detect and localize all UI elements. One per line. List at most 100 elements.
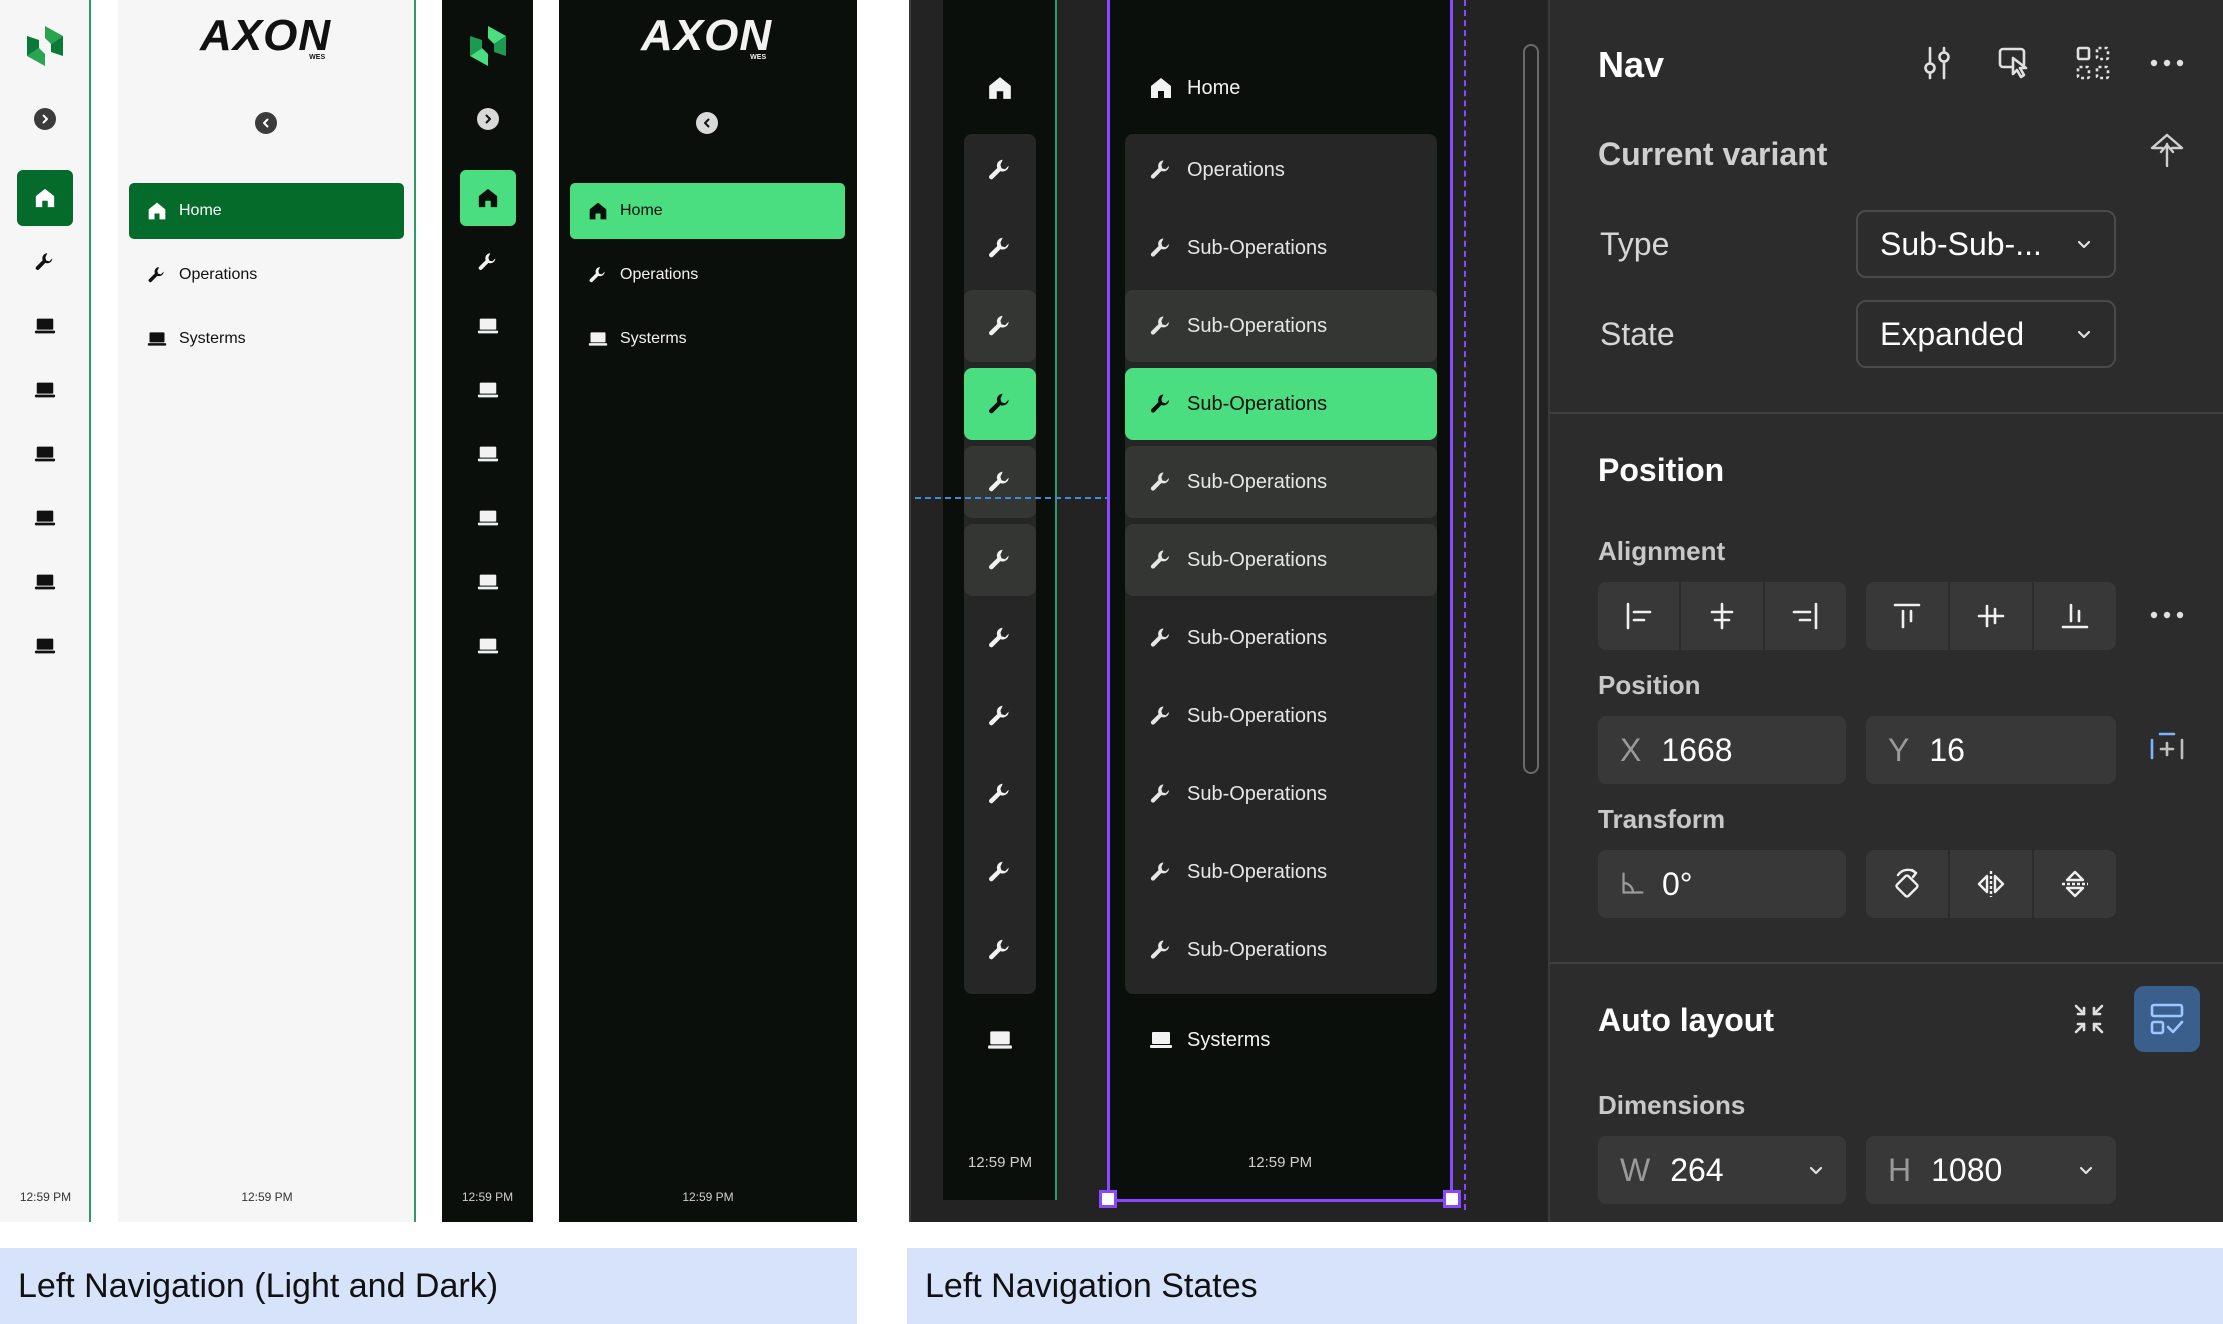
nav-systems-button[interactable]: [460, 554, 516, 610]
auto-layout-toggle-button[interactable]: [2134, 986, 2200, 1052]
nav-item-operations[interactable]: Operations: [129, 247, 404, 303]
state-select[interactable]: Expanded: [1856, 300, 2116, 368]
hand-pointer-icon: [1998, 47, 2028, 79]
nav-sub-operations-button[interactable]: [964, 212, 1036, 284]
wrench-icon: [1149, 626, 1173, 650]
collapse-toggle-button[interactable]: [696, 112, 718, 134]
nav-sub-operations-button[interactable]: [964, 290, 1036, 362]
wrench-icon: [147, 265, 167, 285]
wrench-icon: [1149, 470, 1173, 494]
nav-sub-operations-button[interactable]: [964, 758, 1036, 830]
nav-item-sub-operations[interactable]: Sub-Operations: [1125, 680, 1437, 752]
align-top-button[interactable]: [1866, 582, 1948, 650]
sliders-button[interactable]: [1918, 44, 1956, 87]
nav-item-label: Sub-Operations: [1187, 782, 1328, 805]
nav-item-home[interactable]: Home: [1125, 52, 1437, 124]
component-grid-button[interactable]: [2074, 44, 2112, 87]
nav-sub-operations-button[interactable]: [964, 602, 1036, 674]
nav-home-button[interactable]: [16, 170, 73, 226]
nav-item-sub-operations-active[interactable]: Sub-Operations: [1125, 368, 1437, 440]
align-center-horizontal-button[interactable]: [1681, 582, 1763, 650]
nav-systems-button[interactable]: [964, 1004, 1036, 1076]
collapse-toggle-button[interactable]: [33, 108, 56, 130]
nav-item-sub-operations[interactable]: Sub-Operations: [1125, 758, 1437, 830]
measure-guide: [915, 497, 1111, 499]
nav-operations-button[interactable]: [460, 234, 516, 290]
flip-horizontal-button[interactable]: [1950, 850, 2032, 918]
states-canvas: 12:59 PM Home Operations Sub-Operations …: [909, 0, 1548, 1222]
wrench-icon: [1149, 860, 1173, 884]
rotate-button[interactable]: [1866, 850, 1948, 918]
interaction-button[interactable]: [1996, 44, 2034, 87]
light-expanded-nav: AXON WES Home Operations Systerms 12:59 …: [118, 0, 416, 1222]
section-divider: [1550, 412, 2223, 414]
nav-operations-button[interactable]: [964, 134, 1036, 206]
align-left-button[interactable]: [1598, 582, 1680, 650]
nav-item-systems[interactable]: Systerms: [129, 311, 404, 367]
more-alignment-button[interactable]: [2148, 596, 2186, 639]
nav-item-home[interactable]: Home: [570, 183, 845, 239]
rotation-input[interactable]: 0°: [1598, 850, 1846, 918]
nav-item-systems[interactable]: Systerms: [1125, 1004, 1437, 1076]
nav-item-systems[interactable]: Systerms: [570, 311, 845, 367]
nav-item-operations[interactable]: Operations: [1125, 134, 1437, 206]
nav-item-label: Sub-Operations: [1187, 314, 1328, 337]
home-icon: [477, 187, 499, 209]
nav-systems-button[interactable]: [17, 618, 73, 674]
caption-right-text: Left Navigation States: [925, 1266, 1258, 1305]
collapse-layout-button[interactable]: [2070, 1000, 2108, 1043]
nav-systems-button[interactable]: [460, 362, 516, 418]
laptop-icon: [34, 379, 56, 401]
height-input[interactable]: H 1080: [1866, 1136, 2116, 1204]
nav-sub-operations-button[interactable]: [964, 524, 1036, 596]
align-bottom-button[interactable]: [2034, 582, 2116, 650]
nav-systems-button[interactable]: [17, 490, 73, 546]
nav-systems-button[interactable]: [460, 298, 516, 354]
nav-sub-operations-button[interactable]: [964, 914, 1036, 986]
nav-systems-button[interactable]: [17, 554, 73, 610]
y-position-input[interactable]: Y 16: [1866, 716, 2116, 784]
canvas-scrollbar[interactable]: [1523, 44, 1539, 774]
nav-item-label: Sub-Operations: [1187, 548, 1328, 571]
nav-item-sub-operations[interactable]: Sub-Operations: [1125, 602, 1437, 674]
dark-expanded-nav: AXON WES Home Operations Systerms 12:59 …: [559, 0, 857, 1222]
wrench-icon: [588, 265, 608, 285]
more-options-button[interactable]: [2148, 44, 2186, 87]
nav-systems-button[interactable]: [460, 618, 516, 674]
x-position-input[interactable]: X 1668: [1598, 716, 1846, 784]
nav-item-sub-operations[interactable]: Sub-Operations: [1125, 290, 1437, 362]
nav-home-button[interactable]: [459, 170, 516, 226]
resize-handle[interactable]: [1099, 1190, 1117, 1208]
wrench-icon: [1149, 158, 1173, 182]
nav-systems-button[interactable]: [460, 426, 516, 482]
nav-item-home[interactable]: Home: [129, 183, 404, 239]
nav-sub-operations-button[interactable]: [964, 680, 1036, 752]
collapse-toggle-button[interactable]: [255, 112, 277, 134]
align-right-button[interactable]: [1764, 582, 1846, 650]
nav-item-sub-operations[interactable]: Sub-Operations: [1125, 212, 1437, 284]
flip-vertical-button[interactable]: [2034, 850, 2116, 918]
sliders-icon: [1924, 46, 1950, 80]
nav-item-sub-operations[interactable]: Sub-Operations: [1125, 524, 1437, 596]
width-input[interactable]: W 264: [1598, 1136, 1846, 1204]
nav-operations-button[interactable]: [17, 234, 73, 290]
align-center-vertical-button[interactable]: [1950, 582, 2032, 650]
type-select[interactable]: Sub-Sub-...: [1856, 210, 2116, 278]
nav-systems-button[interactable]: [17, 426, 73, 482]
nav-item-operations[interactable]: Operations: [570, 247, 845, 303]
nav-item-sub-operations[interactable]: Sub-Operations: [1125, 836, 1437, 908]
nav-sub-operations-button-active[interactable]: [964, 368, 1036, 440]
nav-item-sub-operations[interactable]: Sub-Operations: [1125, 914, 1437, 986]
nav-sub-operations-button[interactable]: [964, 446, 1036, 518]
collapse-toggle-button[interactable]: [476, 108, 499, 130]
nav-item-sub-operations[interactable]: Sub-Operations: [1125, 446, 1437, 518]
constraints-button[interactable]: [2148, 730, 2186, 773]
nav-systems-button[interactable]: [17, 362, 73, 418]
resize-handle[interactable]: [1443, 1190, 1461, 1208]
nav-systems-button[interactable]: [460, 490, 516, 546]
nav-home-button[interactable]: [964, 52, 1036, 124]
nav-sub-operations-button[interactable]: [964, 836, 1036, 908]
nav-systems-button[interactable]: [17, 298, 73, 354]
wrench-icon: [987, 547, 1013, 573]
detach-instance-button[interactable]: [2148, 132, 2186, 175]
